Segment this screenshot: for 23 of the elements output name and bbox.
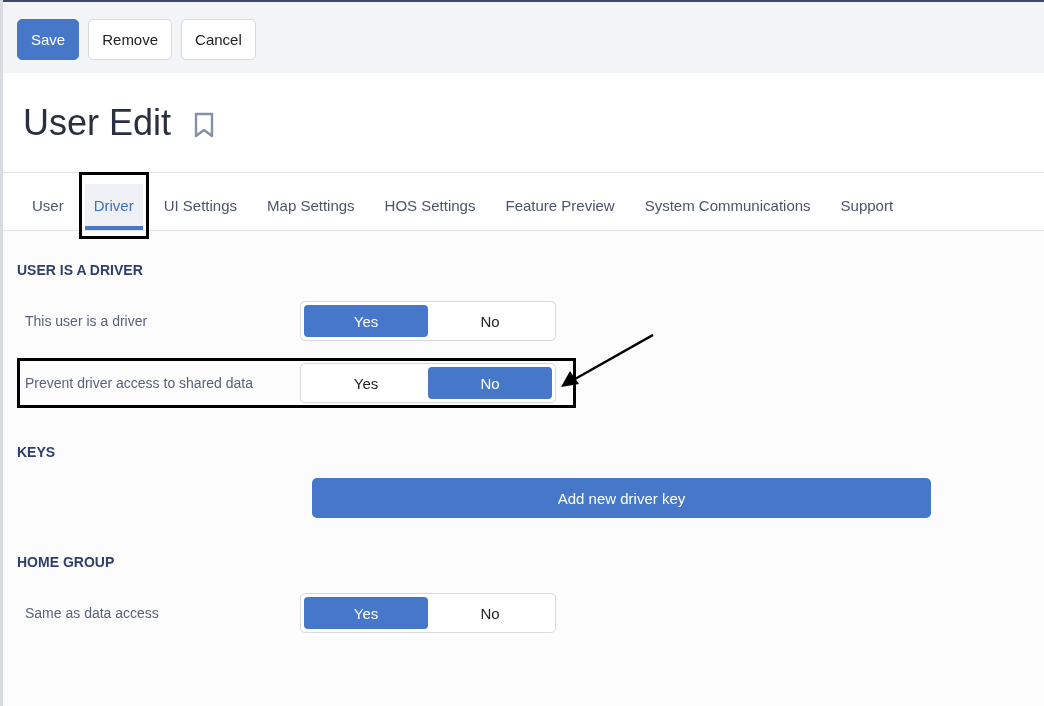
tab[interactable]: HOS Settings <box>375 184 485 230</box>
toggle-option[interactable]: Yes <box>304 305 428 337</box>
section-heading: USER IS A DRIVER <box>17 262 144 278</box>
toggle-option[interactable]: No <box>428 367 552 399</box>
toggle-option[interactable]: Yes <box>304 597 428 629</box>
page-title: User Edit <box>23 101 172 144</box>
section-heading: HOME GROUP <box>17 554 116 570</box>
field-label: This user is a driver <box>25 311 149 331</box>
field-label: Prevent driver access to shared data <box>25 373 254 393</box>
tab[interactable]: System Communications <box>635 184 820 230</box>
section-heading: KEYS <box>17 444 57 460</box>
tab[interactable]: UI Settings <box>154 184 247 230</box>
tab[interactable]: Driver <box>84 184 143 230</box>
add-driver-key-button[interactable]: Add new driver key <box>312 478 931 518</box>
save-button[interactable]: Save <box>17 19 80 60</box>
tab[interactable]: Feature Preview <box>496 184 624 230</box>
tab[interactable]: User <box>23 184 73 230</box>
bookmark-icon[interactable] <box>193 111 216 138</box>
tab[interactable]: Map Settings <box>258 184 364 230</box>
toolbar-button[interactable]: Cancel <box>181 19 256 60</box>
field-label: Same as data access <box>25 603 160 623</box>
toolbar-button[interactable]: Remove <box>88 19 173 60</box>
tab[interactable]: Support <box>831 184 903 230</box>
